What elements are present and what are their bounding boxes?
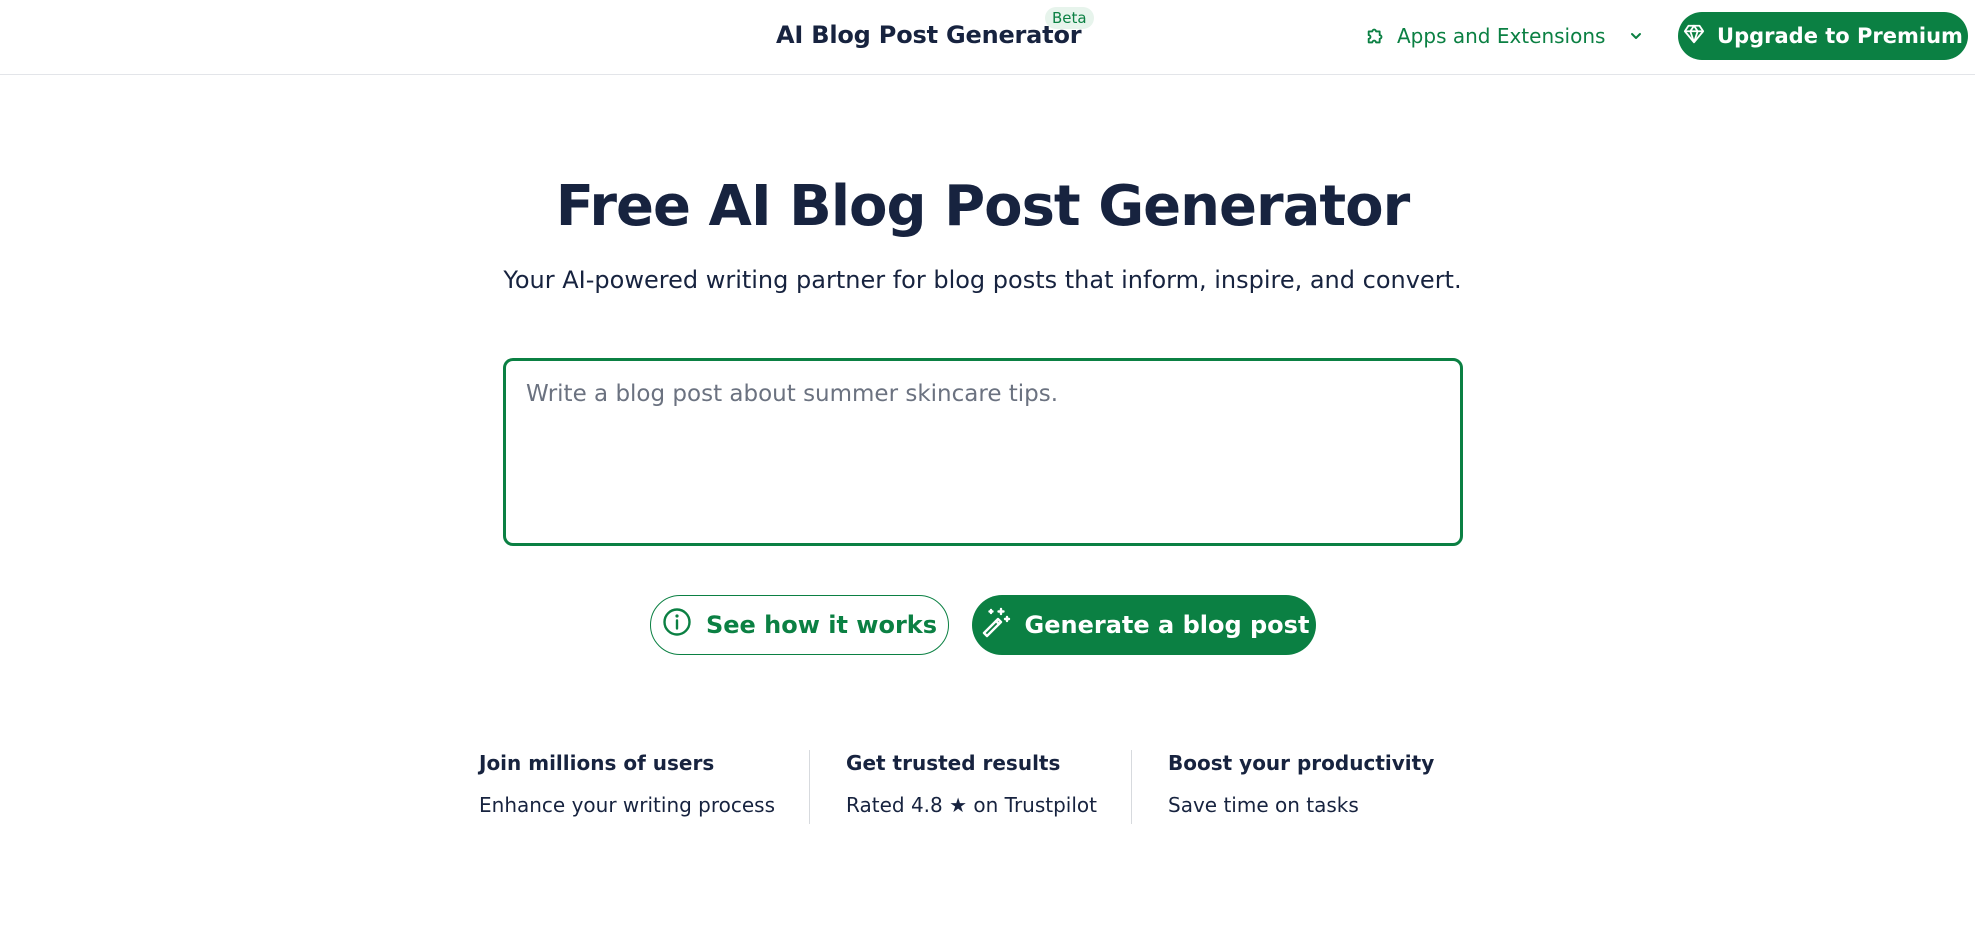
feature-title: Join millions of users [479,751,715,775]
top-bar: AI Blog Post Generator Beta Apps and Ext… [0,0,1975,75]
chevron-down-icon [1629,29,1643,43]
page-title: Free AI Blog Post Generator [555,174,1411,239]
see-how-it-works-label: See how it works [705,611,938,639]
feature-text: Save time on tasks [1168,793,1359,817]
beta-badge: Beta [1045,7,1094,29]
see-how-it-works-button[interactable]: See how it works [650,595,949,655]
app-title[interactable]: AI Blog Post Generator [776,21,1082,49]
upgrade-premium-label: Upgrade to Premium [1717,24,1963,48]
feature-highlights: Join millions of users Enhance your writ… [479,750,1468,824]
apps-extensions-label: Apps and Extensions [1397,24,1606,48]
magic-wand-icon [979,606,1011,644]
apps-extensions-menu[interactable]: Apps and Extensions [1365,17,1643,55]
feature-title: Get trusted results [846,751,1061,775]
puzzle-icon [1365,25,1387,47]
feature-title: Boost your productivity [1168,751,1435,775]
page-subtitle: Your AI-powered writing partner for blog… [503,266,1462,294]
info-icon [662,607,692,643]
feature-text: Enhance your writing process [479,793,776,817]
upgrade-premium-button[interactable]: Upgrade to Premium [1678,12,1968,60]
feature-text: Rated 4.8 ★ on Trustpilot [846,793,1097,817]
feature-item: Boost your productivity Save time on tas… [1131,750,1468,824]
generate-blog-post-button[interactable]: Generate a blog post [972,595,1316,655]
feature-item: Get trusted results Rated 4.8 ★ on Trust… [809,750,1131,824]
blog-prompt-input[interactable] [503,358,1463,546]
diamond-icon [1683,23,1705,50]
generate-blog-post-label: Generate a blog post [1024,611,1310,639]
feature-item: Join millions of users Enhance your writ… [479,750,809,824]
